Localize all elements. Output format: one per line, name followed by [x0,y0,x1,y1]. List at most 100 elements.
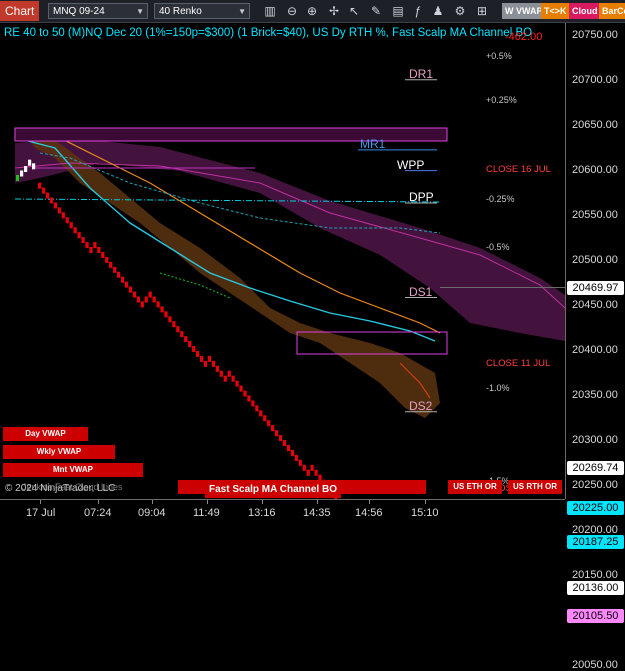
chevron-down-icon: ▼ [238,7,246,16]
price-tick-label: 20650.00 [572,118,618,131]
bar-type-selector[interactable]: 40 Renko ▼ [154,3,250,19]
renko-brick [93,242,97,249]
time-tick-mark [152,500,153,504]
renko-brick [152,296,156,303]
renko-brick [57,207,61,214]
template-icon[interactable]: ▤ [390,3,406,19]
renko-brick [282,440,287,447]
renko-brick [156,301,160,308]
renko-brick [227,370,231,377]
bar-chart-icon[interactable]: ▥ [262,3,278,19]
renko-brick [97,247,101,253]
renko-brick [251,400,255,407]
time-tick-label: 11:49 [193,507,220,519]
renko-brick-up [20,170,24,177]
level-label-dpp: DPP [409,190,434,204]
price-tick-label: 20350.00 [572,388,618,401]
draw-line-icon[interactable]: ✎ [368,3,384,19]
renko-brick [243,390,247,397]
price-tick-label: 20150.00 [572,568,618,581]
price-tick-label: 20600.00 [572,163,618,176]
zoom-out-icon[interactable]: ⊖ [284,3,300,19]
chart-tab-label[interactable]: Chart [0,1,40,21]
renko-brick [160,306,164,313]
time-tick-mark [317,500,318,504]
time-axis[interactable]: 17 Jul 07:24 09:04 11:49 13:16 14:35 14:56 15:1… [0,499,565,527]
crosshair-icon[interactable]: ✢ [326,3,342,19]
attach-icon[interactable]: ⊞ [474,3,490,19]
us-eth-or-button[interactable]: US ETH OR [448,480,502,494]
renko-brick-up [24,166,28,172]
time-tick-mark [40,500,41,504]
pnl-readout: -462.00 [505,31,543,43]
indicators-icon[interactable]: ƒ [410,3,426,19]
renko-brick [45,192,50,199]
time-tick-mark [425,500,426,504]
renko-brick [314,469,318,476]
cloud-button[interactable]: Cloud [569,3,601,19]
order-price-tag: 20187.25 [567,534,624,549]
time-tick-mark [98,500,99,504]
renko-brick [140,301,144,308]
renko-brick [184,336,188,343]
percent-label: +0.25% [486,95,517,106]
fast-scalp-button[interactable]: Fast Scalp MA Channel BO [205,483,341,498]
price-tick-label: 20500.00 [572,253,618,266]
tk-button[interactable]: T<>K [541,3,570,19]
renko-brick [176,326,180,333]
renko-brick [180,331,184,338]
properties-icon[interactable]: ⚙ [452,3,468,19]
renko-brick [168,316,172,323]
renko-brick [211,360,215,367]
wkly-vwap-button[interactable]: Wkly VWAP [3,445,115,459]
price-tag: 20136.00 [567,581,624,596]
renko-brick [117,271,121,278]
pointer-icon[interactable]: ↖ [346,3,362,19]
close-label: CLOSE 16 JUL [486,163,551,175]
renko-brick [263,415,267,422]
wvwap-button[interactable]: W VWAP [502,3,546,19]
renko-brick [298,459,302,466]
price-tick-label: 20200.00 [572,523,618,536]
renko-brick [188,341,192,348]
price-tick-label: 20700.00 [572,73,618,86]
renko-brick [132,291,136,298]
us-rth-or-button[interactable]: US RTH OR [508,480,562,494]
zoom-in-icon[interactable]: ⊕ [304,3,320,19]
time-tick-mark [207,500,208,504]
renko-brick [310,464,314,471]
price-axis[interactable]: 20750.00 20700.00 20650.00 20600.00 20550.00… [565,23,625,671]
renko-brick [239,385,243,392]
renko-brick [247,395,251,402]
time-tick-label: 07:24 [84,507,112,519]
percent-label: -0.5% [486,241,510,252]
renko-brick [267,420,271,427]
strategies-icon[interactable]: ♟ [430,3,446,19]
renko-brick [290,449,294,456]
renko-brick [196,350,200,357]
bar-type-value: 40 Renko [159,6,202,17]
price-tick-label: 20250.00 [572,478,618,491]
renko-brick [223,375,227,382]
renko-brick [128,286,133,293]
time-tick-label: 13:16 [248,507,276,519]
barco-button[interactable]: BarCo [599,3,625,19]
renko-brick [69,222,73,229]
time-tick-mark [262,500,263,504]
day-vwap-button[interactable]: Day VWAP [3,427,88,441]
price-tick-label: 20550.00 [572,208,618,221]
renko-brick [259,410,263,417]
time-tick-label: 15:10 [411,507,439,519]
chart-title: RE 40 to 50 (M)NQ Dec 20 (1%=150p=$300) … [4,27,533,39]
instrument-selector[interactable]: MNQ 09-24 ▼ [48,3,148,19]
order-price-tag: 20105.50 [567,608,624,623]
chart-panel[interactable]: RE 40 to 50 (M)NQ Dec 20 (1%=150p=$300) … [0,23,565,499]
mnt-vwap-button[interactable]: Mnt VWAP [3,463,143,477]
renko-brick [306,469,310,476]
percent-label: -0.25% [486,194,515,205]
instrument-value: MNQ 09-24 [53,6,105,17]
renko-brick [278,435,283,442]
dashdot-level-line [14,198,441,203]
renko-brick [41,187,46,194]
renko-brick [109,261,113,268]
